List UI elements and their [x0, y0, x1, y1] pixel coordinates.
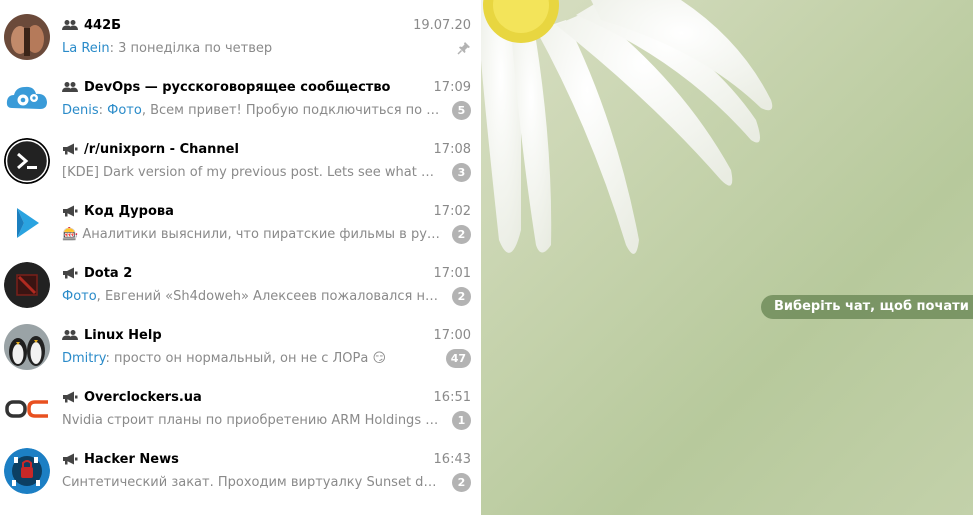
- last-message-preview: Фото, Евгений «Sh4doweh» Алексеев пожало…: [62, 289, 442, 304]
- chat-time: 16:51: [433, 389, 471, 405]
- chat-row-header: 442Б 19.07.20: [62, 16, 471, 34]
- chat-avatar: [4, 76, 50, 122]
- chat-row-header: Linux Help 17:00: [62, 326, 471, 344]
- message-text: Синтетический закат. Проходим виртуалку …: [62, 474, 442, 490]
- chat-name: Код Дурова: [84, 203, 174, 219]
- chat-row[interactable]: Код Дурова 17:02 🎰 Аналитики выяснили, что…: [0, 186, 481, 248]
- message-text: Nvidia строит планы по приобретению ARM …: [62, 412, 439, 428]
- chat-row-preview: La Rein: 3 понеділка по четвер: [62, 39, 471, 57]
- unread-count-badge: 2: [452, 472, 471, 492]
- unread-count-badge: 5: [452, 100, 471, 120]
- unread-count-badge: 1: [452, 410, 471, 430]
- chat-row-preview: 🎰 Аналитики выяснили, что пиратские филь…: [62, 224, 471, 244]
- chat-row-header: Код Дурова 17:02: [62, 202, 471, 220]
- select-chat-hint: Виберіть чат, щоб почати: [761, 295, 973, 319]
- chat-row-header: /r/unixporn - Channel 17:08: [62, 140, 471, 158]
- chat-row[interactable]: 442Б 19.07.20 La Rein: 3 понеділка по четв…: [0, 0, 481, 62]
- chat-avatar: [4, 262, 50, 308]
- message-media-label: Фото: [107, 102, 142, 118]
- pin-icon: [457, 41, 471, 55]
- message-sender: Dmitry: [62, 350, 106, 366]
- message-text: Евгений «Sh4doweh» Алексеев пожаловался …: [104, 288, 442, 304]
- chat-avatar: [4, 386, 50, 432]
- chat-row-preview: Nvidia строит планы по приобретению ARM …: [62, 410, 471, 430]
- channel-megaphone-icon: [62, 391, 78, 403]
- chat-name: DevOps — русскоговорящее сообщество: [84, 79, 391, 95]
- chat-time: 17:00: [433, 327, 471, 343]
- chat-time: 17:01: [433, 265, 471, 281]
- chat-name: Dota 2: [84, 265, 133, 281]
- chat-time: 19.07.20: [413, 17, 471, 33]
- channel-megaphone-icon: [62, 205, 78, 217]
- message-text: 3 понеділка по четвер: [118, 40, 273, 56]
- group-icon: [62, 19, 78, 31]
- channel-megaphone-icon: [62, 143, 78, 155]
- message-text: просто он нормальный, он не с ЛОРа 😏: [114, 350, 387, 366]
- message-media-label: Фото: [62, 288, 97, 304]
- chat-time: 17:02: [433, 203, 471, 219]
- chat-name: Hacker News: [84, 451, 179, 467]
- last-message-preview: Nvidia строит планы по приобретению ARM …: [62, 413, 442, 428]
- chat-avatar: [4, 448, 50, 494]
- last-message-preview: Denis: Фото, Всем привет! Пробую подключ…: [62, 102, 440, 118]
- chat-name: /r/unixporn - Channel: [84, 141, 239, 157]
- chat-name: Linux Help: [84, 327, 162, 343]
- unread-count-badge: 47: [445, 348, 471, 368]
- last-message-preview: Dmitry: просто он нормальный, он не с ЛО…: [62, 350, 387, 366]
- daisy-background-image: [481, 0, 773, 254]
- chat-row[interactable]: Overclockers.ua 16:51 Nvidia строит планы …: [0, 372, 481, 434]
- chat-row-preview: Dmitry: просто он нормальный, он не с ЛО…: [62, 348, 471, 368]
- message-sender: Denis: [62, 102, 99, 118]
- chat-row-preview: Denis: Фото, Всем привет! Пробую подключ…: [62, 100, 471, 120]
- last-message-preview: La Rein: 3 понеділка по четвер: [62, 40, 273, 56]
- last-message-preview: 🎰 Аналитики выяснили, что пиратские филь…: [62, 227, 442, 242]
- chat-row-preview: Фото, Евгений «Sh4doweh» Алексеев пожало…: [62, 286, 471, 306]
- chat-row-preview: Синтетический закат. Проходим виртуалку …: [62, 472, 471, 492]
- chat-row-header: DevOps — русскоговорящее сообщество 17:09: [62, 78, 471, 96]
- unread-count-badge: 2: [452, 224, 471, 244]
- channel-megaphone-icon: [62, 453, 78, 465]
- unread-count-badge: 3: [452, 162, 471, 182]
- message-text: 🎰 Аналитики выяснили, что пиратские филь…: [62, 226, 440, 242]
- chat-avatar: [4, 324, 50, 370]
- chat-avatar: [4, 138, 50, 184]
- last-message-preview: [KDE] Dark version of my previous post. …: [62, 165, 442, 180]
- chat-row[interactable]: Linux Help 17:00 Dmitry: просто он нормаль…: [0, 310, 481, 372]
- message-text: [KDE] Dark version of my previous post. …: [62, 164, 442, 180]
- chat-row[interactable]: Hacker News 16:43 Синтетический закат. Про…: [0, 434, 481, 496]
- last-message-preview: Синтетический закат. Проходим виртуалку …: [62, 475, 442, 490]
- chat-row-header: Dota 2 17:01: [62, 264, 471, 282]
- channel-megaphone-icon: [62, 267, 78, 279]
- chat-row[interactable]: Dota 2 17:01 Фото, Евгений «Sh4doweh» Алек…: [0, 248, 481, 310]
- chat-background: Виберіть чат, щоб почати: [481, 0, 973, 515]
- chat-name: Overclockers.ua: [84, 389, 202, 405]
- chat-row[interactable]: /r/unixporn - Channel 17:08 [KDE] Dark ver…: [0, 124, 481, 186]
- chat-time: 17:08: [433, 141, 471, 157]
- group-icon: [62, 81, 78, 93]
- chat-time: 16:43: [433, 451, 471, 467]
- chat-row-header: Hacker News 16:43: [62, 450, 471, 468]
- message-text: Всем привет! Пробую подключиться по …: [150, 102, 440, 118]
- chat-list: 442Б 19.07.20 La Rein: 3 понеділка по четв…: [0, 0, 481, 515]
- chat-name: 442Б: [84, 17, 122, 33]
- chat-row-preview: [KDE] Dark version of my previous post. …: [62, 162, 471, 182]
- chat-time: 17:09: [433, 79, 471, 95]
- message-sender: La Rein: [62, 40, 110, 56]
- unread-count-badge: 2: [452, 286, 471, 306]
- group-icon: [62, 329, 78, 341]
- chat-avatar: [4, 200, 50, 246]
- chat-row-header: Overclockers.ua 16:51: [62, 388, 471, 406]
- chat-avatar: [4, 14, 50, 60]
- chat-row[interactable]: DevOps — русскоговорящее сообщество 17:09…: [0, 62, 481, 124]
